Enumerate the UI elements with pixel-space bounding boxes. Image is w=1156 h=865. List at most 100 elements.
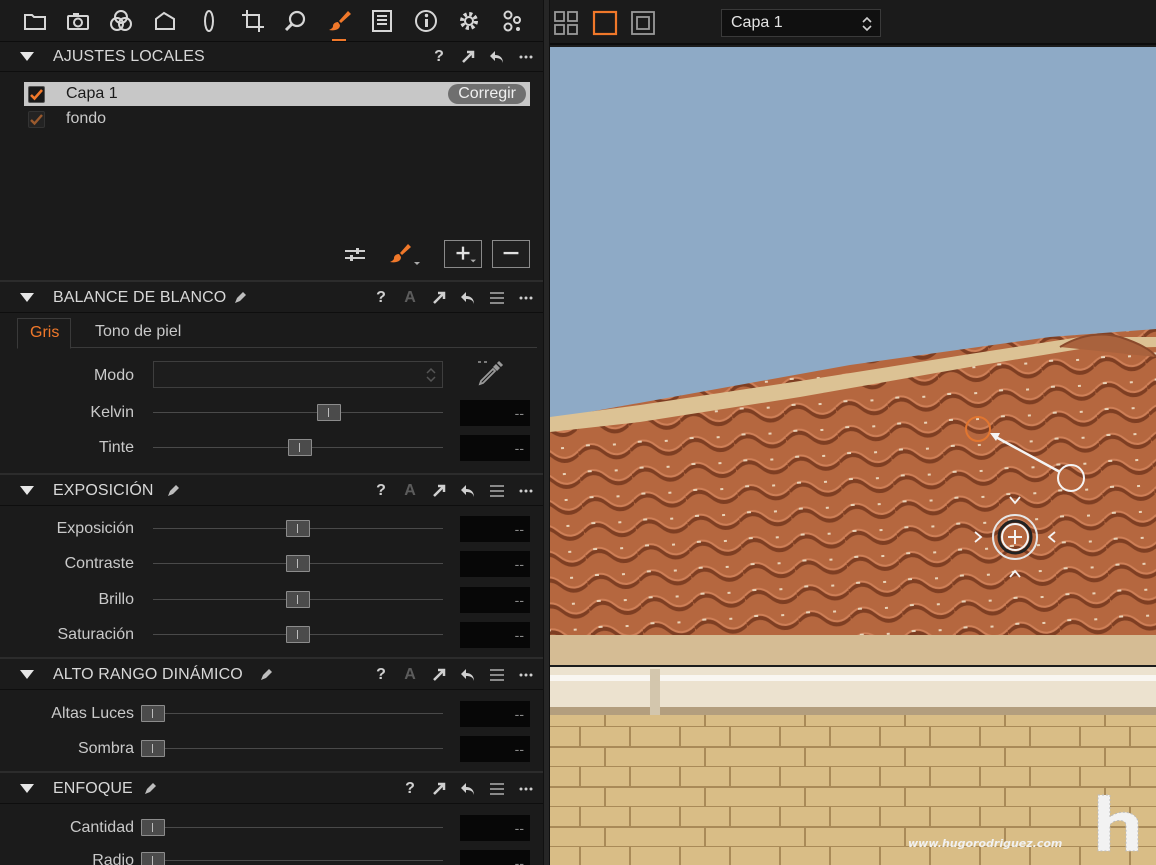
collapse-triangle-icon[interactable]: [20, 670, 34, 679]
white-balance-header[interactable]: BALANCE DE BLANCO ? A: [0, 283, 543, 313]
crop-icon[interactable]: [238, 6, 268, 36]
help-icon[interactable]: ?: [401, 779, 419, 799]
saturation-slider-thumb[interactable]: [286, 626, 310, 643]
brightness-value-field[interactable]: --: [460, 587, 530, 613]
color-circles-icon[interactable]: [106, 6, 136, 36]
amount-slider-track[interactable]: [153, 827, 443, 828]
corregir-button[interactable]: Corregir: [448, 84, 526, 104]
shadows-slider-thumb[interactable]: [141, 740, 165, 757]
tool-tabs-bar: [0, 0, 543, 42]
copy-apply-icon[interactable]: [430, 665, 448, 685]
adjustments-icon[interactable]: [497, 6, 527, 36]
list-icon[interactable]: [488, 481, 506, 501]
section-title: ALTO RANGO DINÁMICO: [53, 666, 243, 683]
add-layer-button[interactable]: [444, 240, 482, 268]
highlights-value-field[interactable]: --: [460, 701, 530, 727]
pencil-icon: [168, 485, 179, 496]
copy-apply-icon[interactable]: [430, 779, 448, 799]
copy-apply-icon[interactable]: [430, 288, 448, 308]
panel-splitter[interactable]: [543, 0, 550, 865]
mode-select[interactable]: [153, 361, 443, 388]
exposure-label: Exposición: [56, 520, 134, 537]
auto-icon[interactable]: A: [401, 665, 419, 685]
contrast-slider-thumb[interactable]: [286, 555, 310, 572]
kelvin-slider-thumb[interactable]: [317, 404, 341, 421]
copy-apply-icon[interactable]: [430, 481, 448, 501]
shadows-slider-track[interactable]: [153, 748, 443, 749]
layer-row-fondo[interactable]: fondo: [24, 107, 530, 131]
list-icon[interactable]: [488, 288, 506, 308]
auto-icon[interactable]: A: [401, 288, 419, 308]
help-icon[interactable]: ?: [372, 665, 390, 685]
more-options-icon[interactable]: [517, 47, 535, 67]
image-viewer[interactable]: www.hugorodriguez.com: [550, 47, 1156, 865]
radius-slider-track[interactable]: [153, 860, 443, 861]
brightness-slider-thumb[interactable]: [286, 591, 310, 608]
reset-icon[interactable]: [488, 47, 506, 67]
gear-icon[interactable]: [454, 6, 484, 36]
highlights-slider-thumb[interactable]: [141, 705, 165, 722]
shadows-value-field[interactable]: --: [460, 736, 530, 762]
exposure-value-field[interactable]: --: [460, 516, 530, 542]
radius-value-field[interactable]: --: [460, 850, 530, 865]
sharpening-header[interactable]: ENFOQUE ?: [0, 774, 543, 804]
brush-icon[interactable]: [324, 6, 354, 41]
eyedropper-icon[interactable]: [476, 358, 506, 388]
collapse-triangle-icon[interactable]: [20, 293, 34, 302]
list-icon[interactable]: [488, 665, 506, 685]
lens-shape-icon[interactable]: [150, 6, 180, 36]
tab-gris[interactable]: Gris: [17, 318, 71, 349]
list-icon[interactable]: [488, 779, 506, 799]
auto-icon[interactable]: A: [401, 481, 419, 501]
exposure-slider-thumb[interactable]: [286, 520, 310, 537]
magnifier-icon[interactable]: [281, 6, 311, 36]
layer-settings-icon[interactable]: [343, 240, 367, 268]
reset-icon[interactable]: [459, 481, 477, 501]
collapse-triangle-icon[interactable]: [20, 486, 34, 495]
layer-row-capa-1[interactable]: Capa 1 Corregir: [24, 82, 530, 106]
folder-icon[interactable]: [20, 6, 50, 36]
lens-icon[interactable]: [194, 6, 224, 36]
brush-tool-icon[interactable]: [386, 240, 424, 268]
reset-icon[interactable]: [459, 288, 477, 308]
layer-select[interactable]: Capa 1: [721, 9, 881, 37]
collapse-triangle-icon[interactable]: [20, 784, 34, 793]
help-icon[interactable]: ?: [372, 288, 390, 308]
remove-layer-button[interactable]: [492, 240, 530, 268]
highlights-slider-track[interactable]: [153, 713, 443, 714]
layer-visibility-checkbox[interactable]: [28, 110, 45, 128]
layer-visibility-checkbox[interactable]: [28, 85, 45, 103]
tint-slider-thumb[interactable]: [288, 439, 312, 456]
more-options-icon[interactable]: [517, 481, 535, 501]
kelvin-value-field[interactable]: --: [460, 400, 530, 426]
saturation-value-field[interactable]: --: [460, 622, 530, 648]
viewer-toolbar: Capa 1: [550, 0, 1156, 45]
tab-tono-de-piel[interactable]: Tono de piel: [95, 323, 181, 341]
radius-slider-thumb[interactable]: [141, 852, 165, 865]
local-adjustments-header[interactable]: AJUSTES LOCALES ?: [0, 42, 543, 72]
collapse-triangle-icon[interactable]: [20, 52, 34, 61]
grid-view-icon[interactable]: [553, 10, 579, 36]
frame-view-icon[interactable]: [630, 10, 656, 36]
pencil-icon: [145, 783, 156, 794]
single-view-icon[interactable]: [592, 10, 618, 36]
hdr-header[interactable]: ALTO RANGO DINÁMICO ? A: [0, 660, 543, 690]
tint-value-field[interactable]: --: [460, 435, 530, 461]
more-options-icon[interactable]: [517, 779, 535, 799]
help-icon[interactable]: ?: [430, 47, 448, 67]
camera-icon[interactable]: [63, 6, 93, 36]
reset-icon[interactable]: [459, 779, 477, 799]
reset-icon[interactable]: [459, 665, 477, 685]
info-icon[interactable]: [411, 6, 441, 36]
copy-apply-icon[interactable]: [459, 47, 477, 67]
section-divider: [0, 280, 543, 282]
metadata-list-icon[interactable]: [367, 6, 397, 36]
help-icon[interactable]: ?: [372, 481, 390, 501]
amount-slider-thumb[interactable]: [141, 819, 165, 836]
amount-value-field[interactable]: --: [460, 815, 530, 841]
contrast-value-field[interactable]: --: [460, 551, 530, 577]
kelvin-slider-track[interactable]: [153, 412, 443, 413]
exposure-header[interactable]: EXPOSICIÓN ? A: [0, 476, 543, 506]
more-options-icon[interactable]: [517, 665, 535, 685]
more-options-icon[interactable]: [517, 288, 535, 308]
